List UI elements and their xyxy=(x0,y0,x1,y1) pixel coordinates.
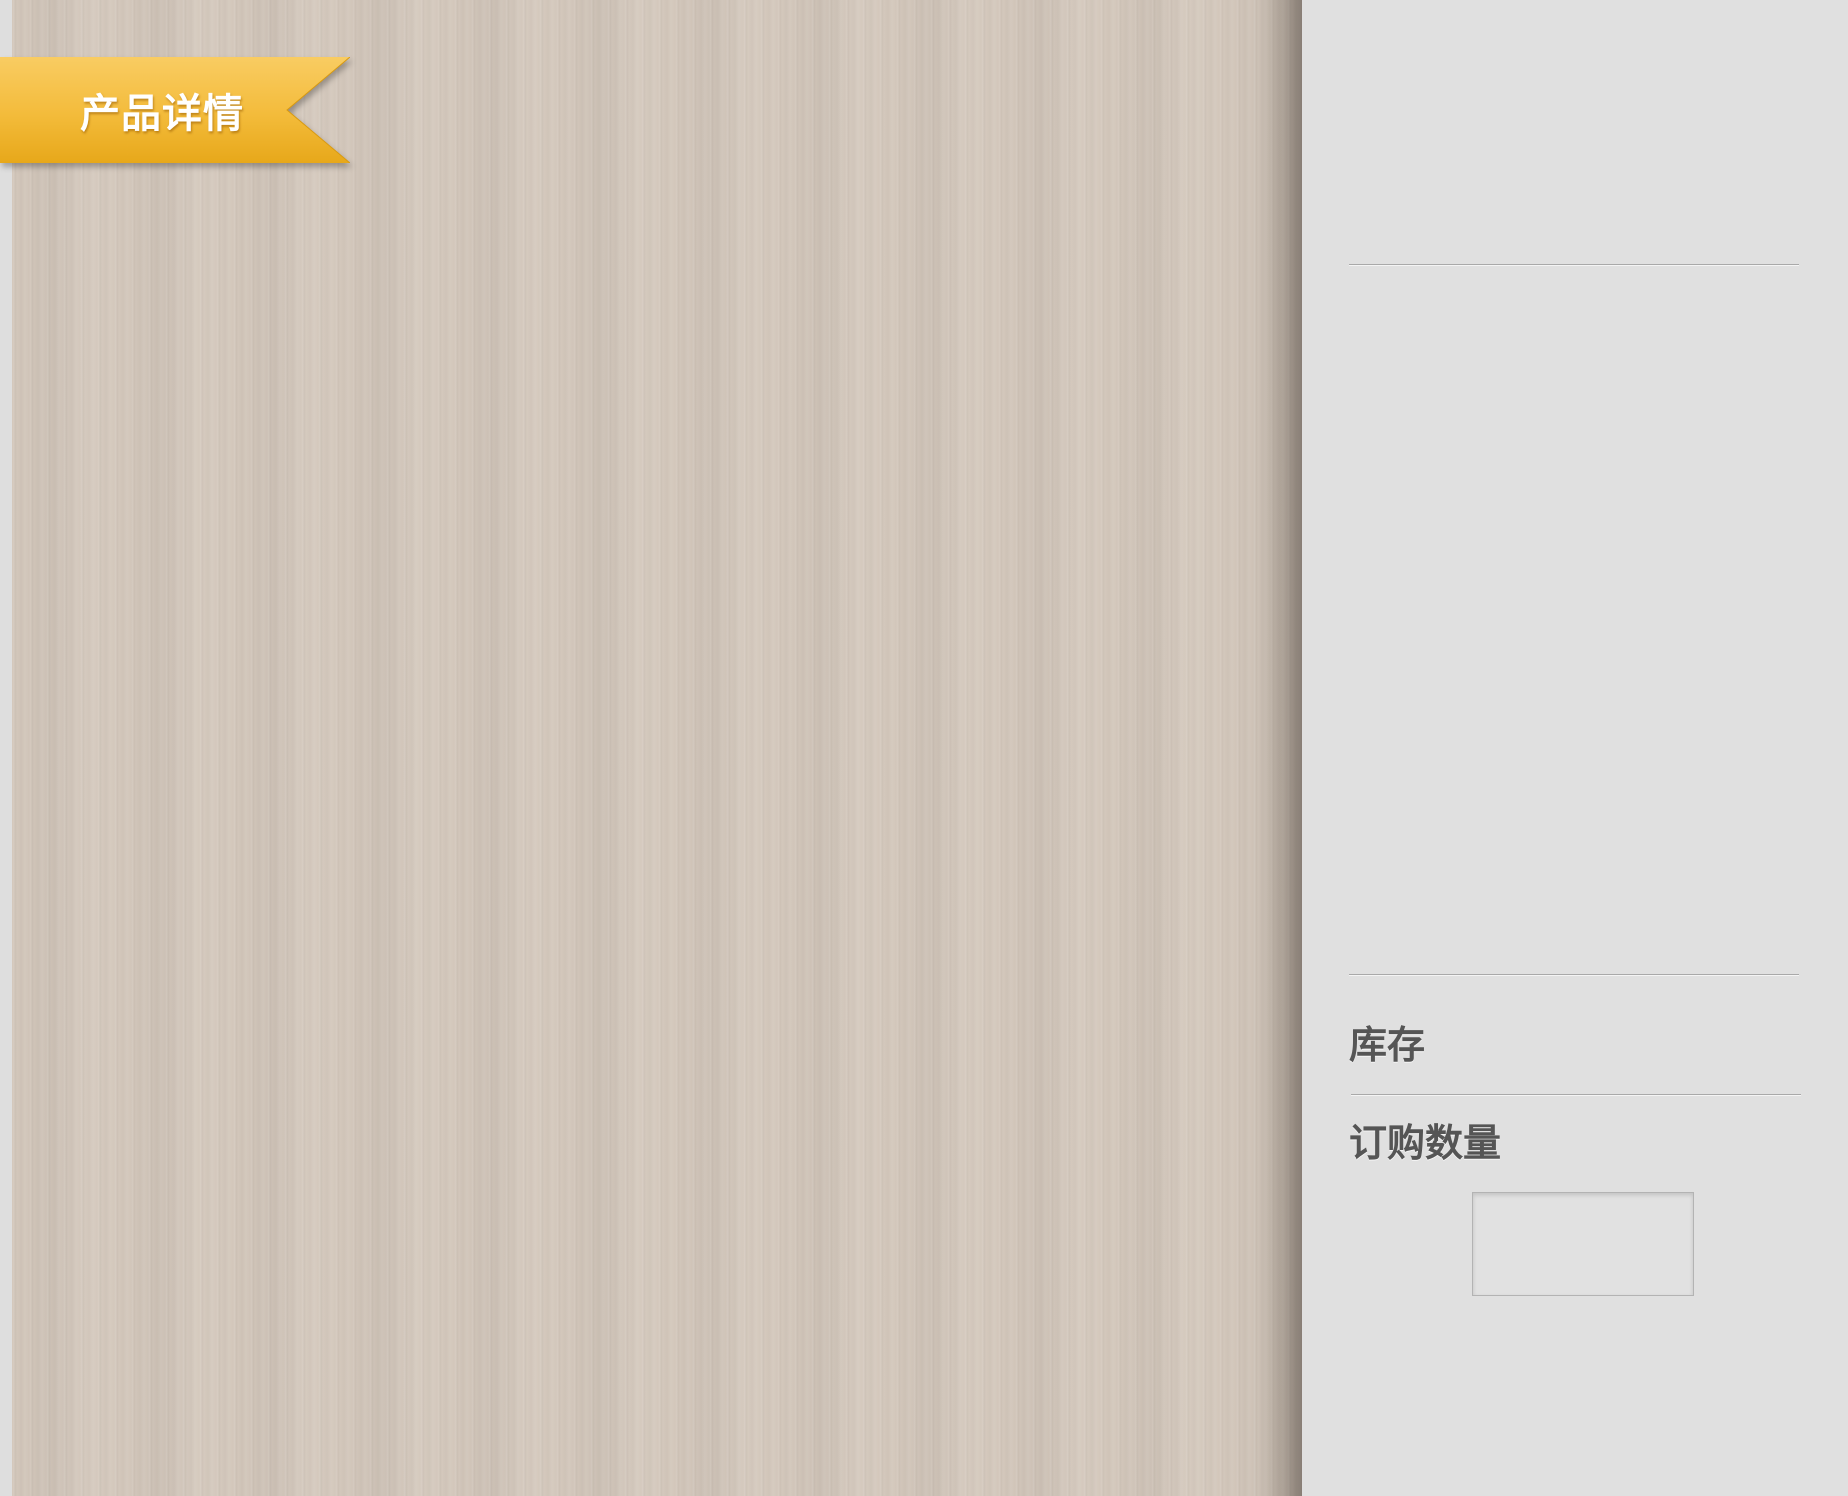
left-margin-strip xyxy=(0,0,12,1496)
product-detail-ribbon: 产品详情 xyxy=(0,57,350,163)
ribbon-title: 产品详情 xyxy=(80,91,244,137)
panel-edge-shadow xyxy=(1260,0,1302,1496)
stock-label: 库存 xyxy=(1349,1023,1426,1067)
divider-top xyxy=(1349,264,1799,266)
product-display-area xyxy=(12,0,1302,1496)
order-quantity-label: 订购数量 xyxy=(1349,1121,1502,1165)
product-info-panel: 库存 订购数量 xyxy=(1302,0,1848,1496)
product-detail-page: 产品详情 库存 订购数量 xyxy=(0,0,1848,1496)
order-quantity-input[interactable] xyxy=(1472,1192,1694,1296)
divider-stock xyxy=(1351,1094,1801,1096)
divider-middle xyxy=(1349,974,1799,976)
